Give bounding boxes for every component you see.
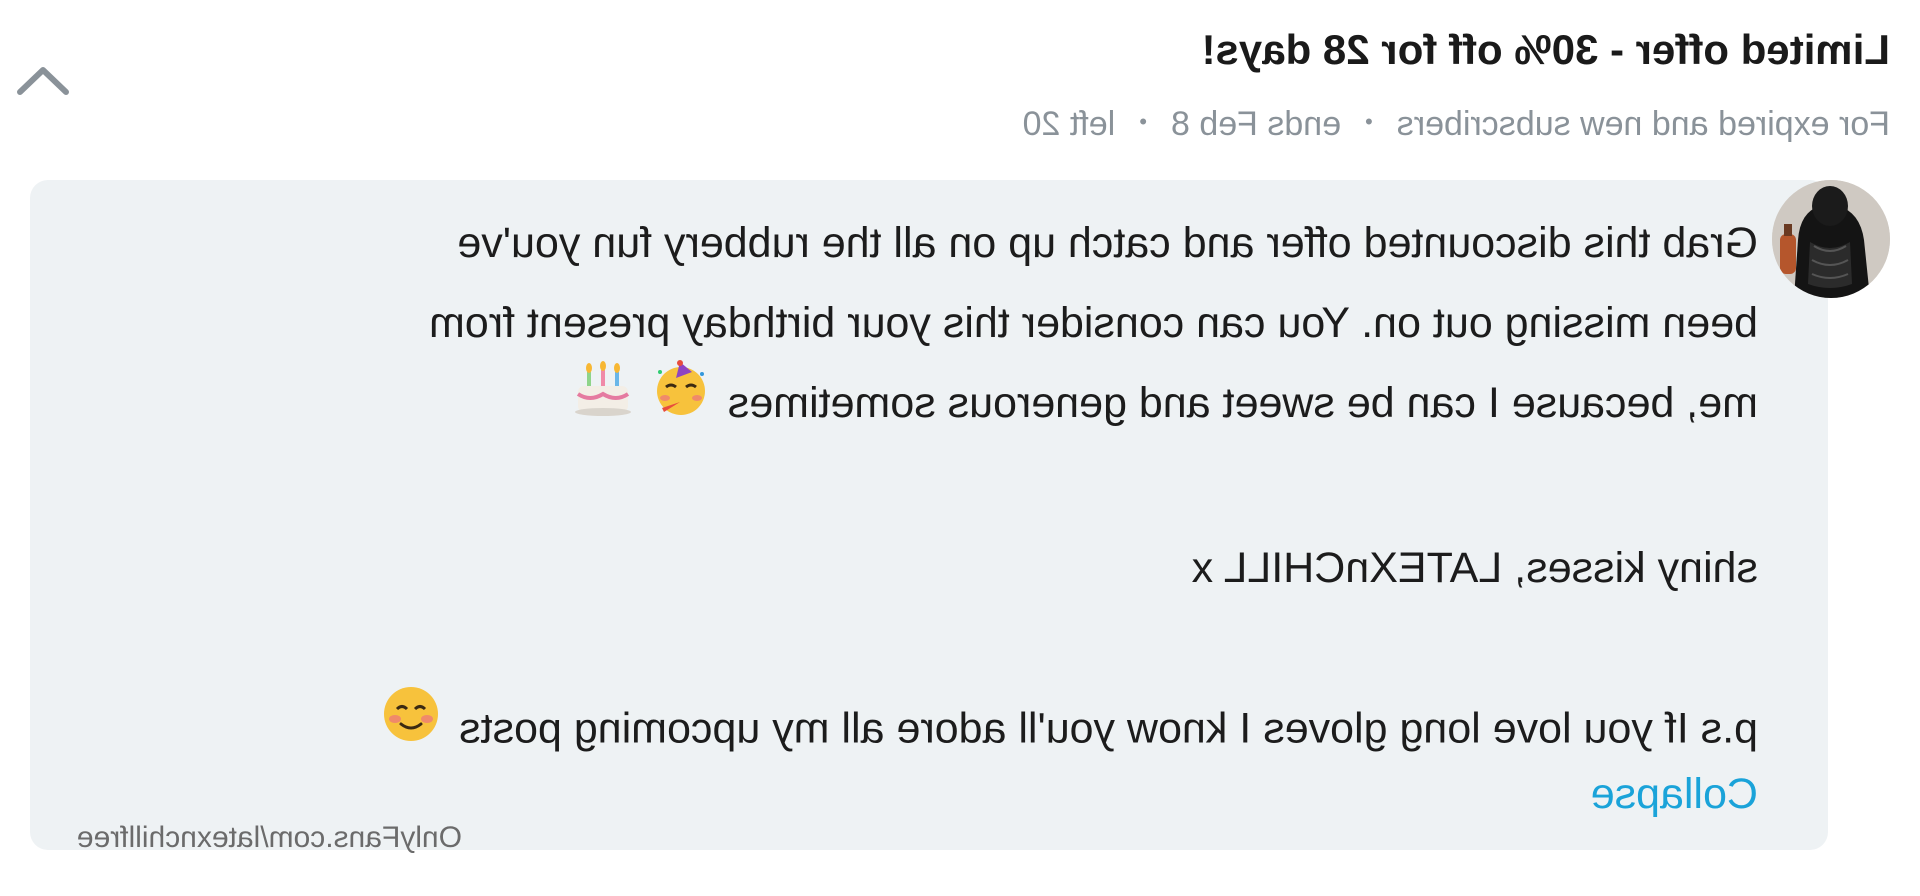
meta-separator: • (1139, 109, 1147, 135)
watermark: OnlyFans.com/latexnchillfree (76, 821, 462, 854)
meta-separator: • (1365, 109, 1373, 135)
message-signature: shiny kisses, LATEXnCHILL x (1191, 543, 1758, 592)
offer-remaining: left 20 (1022, 105, 1116, 143)
message-body: Grab this discounted offer and catch up … (58, 203, 1758, 774)
offer-title: Limited offer - 30% off for 28 days! (1201, 26, 1890, 73)
offer-audience: For expired and new subscribers (1396, 105, 1890, 143)
message-line: me, because I can be sweet and generous … (727, 379, 1758, 427)
avatar[interactable] (1772, 180, 1890, 298)
partying-face-emoji (652, 359, 710, 444)
offer-meta: For expired and new subscribers • ends Feb… (1023, 100, 1890, 150)
message-line: Grab this discounted offer and catch up … (457, 219, 1758, 267)
message-line-with-emoji: me, because I can be sweet and generous … (58, 359, 1758, 448)
birthday-cake-emoji (572, 360, 634, 444)
message-postscript: p.s If you love long gloves I know you'l… (459, 704, 1758, 752)
message-postscript-line: p.s If you love long gloves I know you'l… (58, 686, 1758, 774)
offer-end-date: ends Feb 8 (1170, 105, 1342, 143)
chevron-up-icon[interactable] (8, 56, 78, 104)
message-line: been missing out on. You can consider th… (429, 299, 1758, 347)
offer-card-screen: Limited offer - 30% off for 28 days! For… (0, 0, 1920, 896)
smiling-face-emoji (381, 684, 441, 770)
collapse-link[interactable]: Collapse (1591, 766, 1758, 822)
